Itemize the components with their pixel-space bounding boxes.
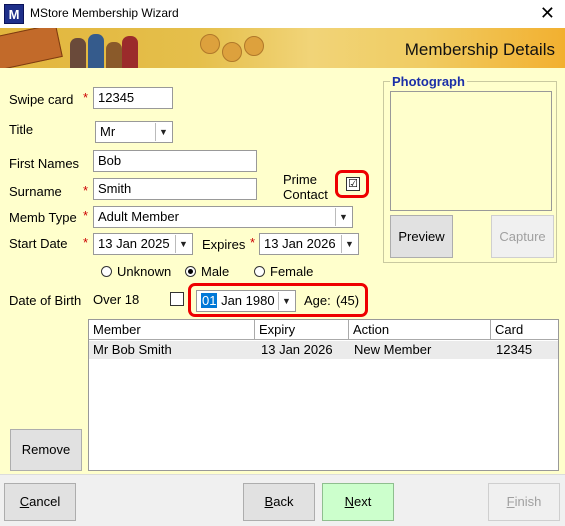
surname-label: Surname [9, 184, 62, 199]
title-label: Title [9, 122, 34, 137]
required-mark: * [83, 208, 89, 223]
coin-graphic [244, 36, 264, 56]
first-names-label: First Names [9, 156, 80, 171]
title-value: Mr [100, 124, 116, 139]
over18-label: Over 18 [93, 292, 140, 307]
membership-card-graphic [0, 28, 63, 68]
expires-date-picker[interactable]: 13 Jan 2026 ▼ [259, 233, 359, 255]
person-graphic [122, 36, 138, 68]
cell-action: New Member [354, 342, 432, 357]
person-graphic [70, 38, 86, 68]
required-mark: * [250, 235, 256, 250]
title-select[interactable]: Mr ▼ [95, 121, 173, 143]
memb-type-label: Memb Type [9, 210, 77, 225]
remove-button[interactable]: Remove [10, 429, 82, 471]
over18-checkbox[interactable] [170, 292, 184, 306]
surname-input[interactable]: Smith [93, 178, 257, 200]
column-header-card[interactable]: Card [491, 320, 558, 340]
cell-member: Mr Bob Smith [93, 342, 172, 357]
dob-label: Date of Birth [9, 293, 82, 308]
column-header-expiry[interactable]: Expiry [255, 320, 349, 340]
table-row[interactable]: Mr Bob Smith 13 Jan 2026 New Member 1234… [89, 341, 558, 359]
highlight-box [335, 170, 369, 198]
gender-label-unknown: Unknown [117, 264, 172, 279]
close-icon[interactable]: ✕ [540, 3, 555, 23]
coin-graphic [222, 42, 242, 62]
chevron-down-icon[interactable]: ▼ [175, 235, 191, 253]
finish-button[interactable]: Finish [488, 483, 560, 521]
chevron-down-icon[interactable]: ▼ [155, 123, 171, 141]
preview-button[interactable]: Preview [390, 215, 453, 258]
cancel-accelerator: C [19, 494, 30, 509]
swipe-card-input[interactable]: 12345 [93, 87, 173, 109]
gender-label-male: Male [201, 264, 230, 279]
memb-type-select[interactable]: Adult Member ▼ [93, 206, 353, 228]
expires-date-value: 13 Jan 2026 [264, 236, 336, 251]
next-accelerator: N [344, 494, 355, 509]
photo-area [390, 91, 552, 211]
start-date-picker[interactable]: 13 Jan 2025 ▼ [93, 233, 193, 255]
capture-button[interactable]: Capture [491, 215, 554, 258]
header-banner: Membership Details [0, 28, 565, 68]
cancel-label: ancel [29, 494, 61, 509]
chevron-down-icon[interactable]: ▼ [335, 208, 351, 226]
person-graphic [88, 34, 104, 68]
finish-label: inish [514, 494, 542, 509]
prime-contact-label: Contact [283, 187, 328, 202]
cell-card: 12345 [496, 342, 533, 357]
required-mark: * [83, 235, 89, 250]
person-graphic [106, 42, 122, 68]
members-table: Member Expiry Action Card Mr Bob Smith 1… [88, 319, 559, 471]
mstore-logo-icon: M [4, 4, 24, 24]
start-date-value: 13 Jan 2025 [98, 236, 170, 251]
chevron-down-icon[interactable]: ▼ [341, 235, 357, 253]
first-names-input[interactable]: Bob [93, 150, 257, 172]
prime-contact-label: Prime [283, 172, 317, 187]
back-button[interactable]: Back [243, 483, 315, 521]
cancel-button[interactable]: Cancel [4, 483, 76, 521]
back-label: ack [273, 494, 294, 509]
expires-label: Expires [202, 237, 246, 252]
column-header-action[interactable]: Action [349, 320, 491, 340]
gender-radio-male[interactable] [185, 266, 196, 277]
next-label: ext [354, 494, 372, 509]
cell-expiry: 13 Jan 2026 [261, 342, 333, 357]
gender-radio-female[interactable] [254, 266, 265, 277]
banner-image [0, 28, 275, 68]
required-mark: * [83, 90, 89, 105]
gender-radio-unknown[interactable] [101, 266, 112, 277]
required-mark: * [83, 183, 89, 198]
start-date-label: Start Date [9, 236, 68, 251]
coin-graphic [200, 34, 220, 54]
next-button[interactable]: Next [322, 483, 394, 521]
title-bar: M MStore Membership Wizard ✕ [0, 0, 565, 28]
gender-label-female: Female [270, 264, 314, 279]
photograph-group-title: Photograph [390, 74, 467, 89]
window-title: MStore Membership Wizard [30, 6, 179, 20]
finish-accelerator: F [506, 494, 515, 509]
column-header-member[interactable]: Member [89, 320, 255, 340]
memb-type-value: Adult Member [98, 209, 179, 224]
highlight-box [188, 283, 368, 317]
table-header: Member Expiry Action Card [89, 320, 558, 340]
page-title: Membership Details [404, 40, 555, 59]
back-accelerator: B [264, 494, 274, 509]
swipe-card-label: Swipe card [9, 92, 74, 107]
